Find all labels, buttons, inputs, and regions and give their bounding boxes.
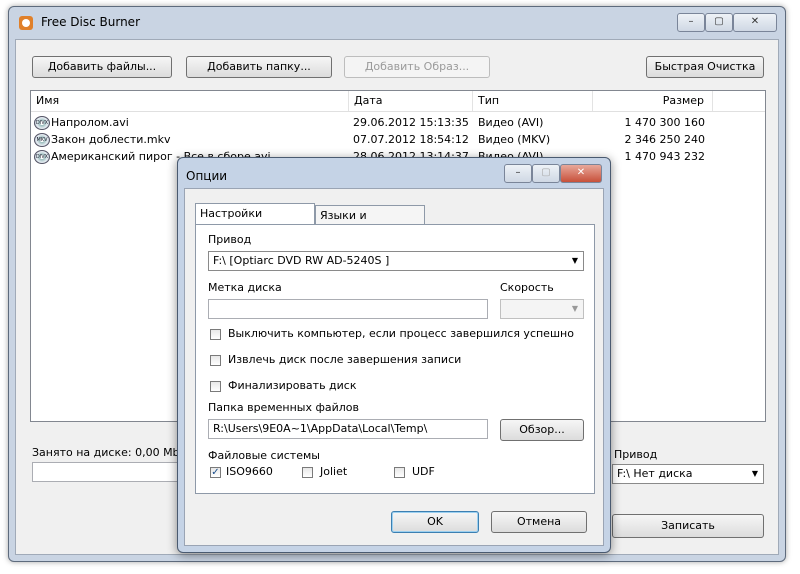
joliet-checkbox[interactable]: [302, 467, 313, 478]
close-button[interactable]: ✕: [733, 13, 777, 32]
disk-usage-bar: [32, 462, 192, 482]
speed-label: Скорость: [500, 281, 554, 294]
eject-label: Извлечь диск после завершения записи: [228, 353, 462, 366]
app-icon: [19, 16, 33, 30]
udf-checkbox[interactable]: [394, 467, 405, 478]
column-header-date[interactable]: Дата: [349, 91, 473, 111]
temp-folder-label: Папка временных файлов: [208, 401, 359, 414]
disk-usage-label: Занято на диске: 0,00 Mb: [32, 446, 180, 459]
file-size: 2 346 250 240: [624, 133, 705, 146]
dialog-close-button[interactable]: ✕: [560, 164, 602, 183]
settings-panel: Привод F:\ [Optiarc DVD RW AD-5240S ] ▼ …: [195, 224, 595, 494]
column-header-name[interactable]: Имя: [31, 91, 349, 111]
file-list-header: Имя Дата Тип Размер: [31, 91, 765, 112]
file-type: Видео (AVI): [478, 116, 544, 129]
file-type: Видео (MKV): [478, 133, 551, 146]
file-date: 29.06.2012 15:13:35: [353, 116, 469, 129]
dialog-drive-select[interactable]: F:\ [Optiarc DVD RW AD-5240S ] ▼: [208, 251, 584, 271]
list-item[interactable]: MKV Закон доблести.mkv 07.07.2012 18:54:…: [31, 132, 765, 148]
add-folder-button[interactable]: Добавить папку...: [186, 56, 332, 78]
options-dialog: Опции – ▢ ✕ Настройки программы Языки и …: [177, 157, 611, 553]
ok-button[interactable]: OK: [391, 511, 479, 533]
list-item[interactable]: DIVX Напролом.avi 29.06.2012 15:13:35 Ви…: [31, 115, 765, 131]
divx-file-icon: DIVX: [34, 116, 50, 130]
shutdown-label: Выключить компьютер, если процесс заверш…: [228, 327, 574, 340]
title-bar: Free Disc Burner – ▢ ✕: [9, 7, 785, 37]
drive-label: Привод: [614, 448, 658, 461]
drive-select-value: F:\ Нет диска: [617, 467, 693, 480]
file-size: 1 470 300 160: [624, 116, 705, 129]
dialog-client: Настройки программы Языки и Обновления П…: [184, 188, 604, 546]
window-title: Free Disc Burner: [41, 15, 140, 29]
column-header-type[interactable]: Тип: [473, 91, 593, 111]
tab-program-settings[interactable]: Настройки программы: [195, 203, 315, 239]
add-image-button[interactable]: Добавить Образ...: [344, 56, 490, 78]
file-name: Закон доблести.mkv: [51, 133, 171, 146]
udf-label: UDF: [412, 465, 435, 478]
file-systems-label: Файловые системы: [208, 449, 320, 462]
chevron-down-icon: ▼: [751, 469, 758, 478]
finalize-checkbox[interactable]: [210, 381, 221, 392]
burn-button[interactable]: Записать: [612, 514, 764, 538]
dialog-minimize-button[interactable]: –: [504, 164, 532, 183]
browse-button[interactable]: Обзор...: [500, 419, 584, 441]
iso9660-checkbox[interactable]: ✓: [210, 467, 221, 478]
minimize-button[interactable]: –: [677, 13, 705, 32]
file-name: Напролом.avi: [51, 116, 129, 129]
file-date: 07.07.2012 18:54:12: [353, 133, 469, 146]
add-files-button[interactable]: Добавить файлы...: [32, 56, 172, 78]
dialog-maximize-button[interactable]: ▢: [532, 164, 560, 183]
iso9660-label: ISO9660: [226, 465, 273, 478]
disc-label-input[interactable]: [208, 299, 488, 319]
column-header-size[interactable]: Размер: [593, 91, 713, 111]
disc-label-label: Метка диска: [208, 281, 282, 294]
drive-select[interactable]: F:\ Нет диска ▼: [612, 464, 764, 484]
eject-checkbox[interactable]: [210, 355, 221, 366]
chevron-down-icon: ▼: [571, 256, 578, 265]
divx-file-icon: DIVX: [34, 150, 50, 164]
finalize-label: Финализировать диск: [228, 379, 357, 392]
dialog-drive-value: F:\ [Optiarc DVD RW AD-5240S ]: [213, 254, 390, 267]
quick-clean-button[interactable]: Быстрая Очистка: [646, 56, 764, 78]
dialog-drive-label: Привод: [208, 233, 252, 246]
joliet-label: Joliet: [320, 465, 348, 478]
maximize-button[interactable]: ▢: [705, 13, 733, 32]
temp-folder-input[interactable]: R:\Users\9E0A~1\AppData\Local\Temp\: [208, 419, 488, 439]
dialog-title: Опции: [186, 169, 228, 183]
chevron-down-icon: ▼: [571, 304, 578, 313]
speed-select[interactable]: ▼: [500, 299, 584, 319]
tab-languages-updates[interactable]: Языки и Обновления: [315, 205, 425, 241]
shutdown-checkbox[interactable]: [210, 329, 221, 340]
cancel-button[interactable]: Отмена: [491, 511, 587, 533]
mkv-file-icon: MKV: [34, 133, 50, 147]
